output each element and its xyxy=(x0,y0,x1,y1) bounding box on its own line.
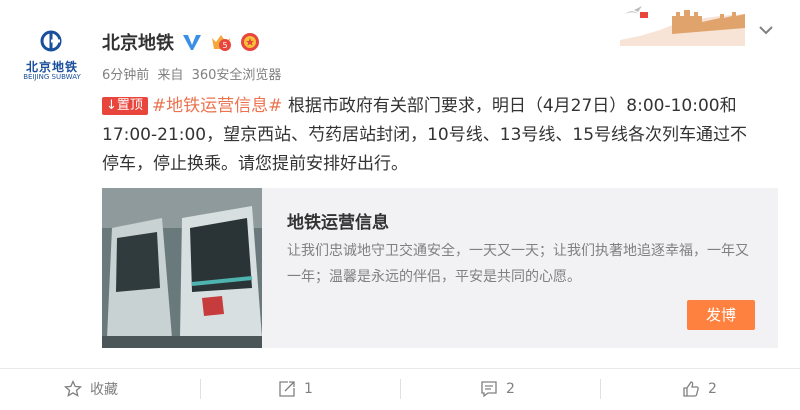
pinned-badge: ↓置顶 xyxy=(102,97,148,115)
like-count: 2 xyxy=(708,381,717,397)
time-ago[interactable]: 6分钟前 xyxy=(102,68,149,83)
svg-text:5: 5 xyxy=(222,41,227,50)
post-content: ↓置顶 #地铁运营信息# 根据市政府有关部门要求，明日（4月27日）8:00-10… xyxy=(102,92,752,179)
repost-count: 1 xyxy=(304,381,313,397)
topic-link[interactable]: #地铁运营信息# xyxy=(152,96,283,116)
comment-button[interactable]: 2 xyxy=(480,369,515,409)
subway-logo-icon xyxy=(40,30,62,52)
repost-icon xyxy=(279,381,295,397)
divider xyxy=(200,379,201,399)
topic-card[interactable]: 地铁运营信息 让我们忠诚地守卫交通安全，一天又一天；让我们执著地追逐幸福，一年又… xyxy=(102,188,778,348)
chevron-down-icon[interactable] xyxy=(756,20,776,40)
pinned-label: 置顶 xyxy=(116,98,143,113)
comment-icon xyxy=(481,381,497,398)
logo-subtext: BEIJING SUBWAY xyxy=(23,73,81,81)
pin-icon: ↓ xyxy=(106,98,117,113)
post-weibo-button[interactable]: 发博 xyxy=(687,300,755,330)
post-header: 北京地铁 5 xyxy=(102,30,260,54)
favorite-button[interactable]: 收藏 xyxy=(64,369,118,409)
card-description: 让我们忠诚地守卫交通安全，一天又一天；让我们执著地追逐幸福，一年又一年；温馨是永… xyxy=(287,243,749,285)
divider xyxy=(600,379,601,399)
great-wall-decoration-icon xyxy=(620,6,745,46)
post-meta: 6分钟前 来自 360安全浏览器 xyxy=(102,64,285,83)
source-prefix: 来自 xyxy=(157,68,184,83)
gold-medal-icon xyxy=(241,33,259,51)
avatar[interactable]: 北京地铁 BEIJING SUBWAY xyxy=(20,26,84,90)
action-bar: 收藏 1 2 2 xyxy=(0,368,800,410)
card-title[interactable]: 地铁运营信息 xyxy=(287,208,389,233)
like-button[interactable]: 2 xyxy=(682,369,717,409)
divider xyxy=(400,379,401,399)
source-app[interactable]: 360安全浏览器 xyxy=(192,68,282,83)
account-name[interactable]: 北京地铁 xyxy=(102,29,174,55)
repost-button[interactable]: 1 xyxy=(278,369,313,409)
thumbs-up-icon xyxy=(683,381,699,397)
favorite-label: 收藏 xyxy=(90,382,118,398)
member-crown-icon: 5 xyxy=(212,35,231,51)
subway-train-image xyxy=(102,188,262,348)
star-icon xyxy=(64,380,82,397)
comment-count: 2 xyxy=(506,381,515,397)
verified-icon xyxy=(183,35,201,50)
